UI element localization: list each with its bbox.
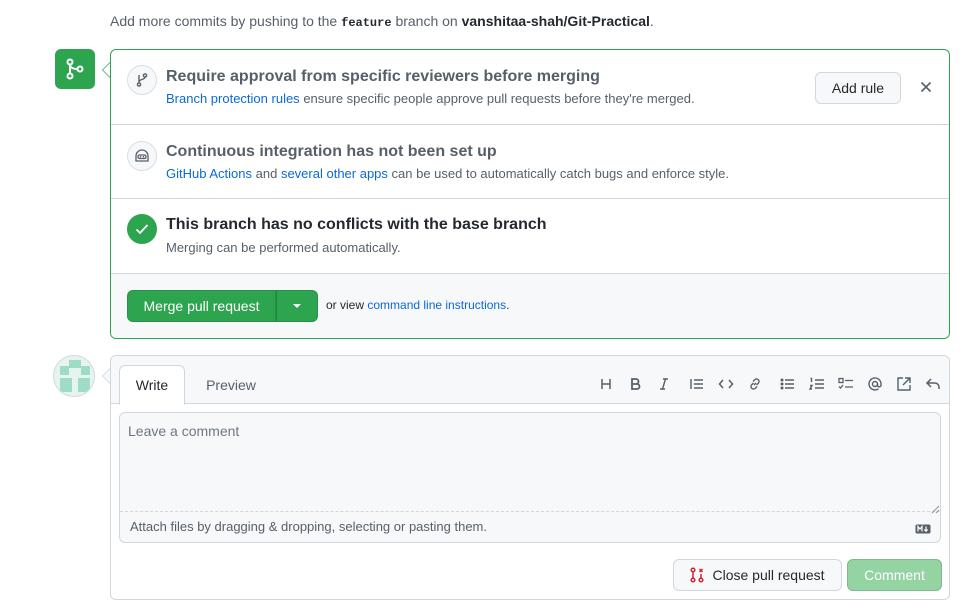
avatar[interactable] bbox=[53, 355, 95, 397]
conflicts-section: This branch has no conflicts with the ba… bbox=[111, 199, 949, 274]
reference-icon[interactable] bbox=[889, 370, 918, 398]
merge-method-dropdown[interactable] bbox=[276, 290, 318, 322]
reply-icon[interactable] bbox=[918, 370, 947, 398]
conflicts-title: This branch has no conflicts with the ba… bbox=[166, 216, 547, 233]
reviewers-title: Require approval from specific reviewers… bbox=[166, 68, 600, 85]
or-view-label: or view bbox=[326, 298, 365, 312]
ci-desc-text: can be used to automatically catch bugs … bbox=[391, 166, 730, 181]
hint-prefix: Add more commits by pushing to the bbox=[110, 13, 338, 29]
git-branch-icon bbox=[127, 65, 157, 95]
tab-write[interactable]: Write bbox=[119, 365, 185, 405]
unordered-list-icon[interactable] bbox=[773, 370, 802, 398]
actions-icon bbox=[127, 141, 157, 171]
reviewers-section: Require approval from specific reviewers… bbox=[111, 50, 949, 125]
task-list-icon[interactable] bbox=[831, 370, 860, 398]
close-icon[interactable] bbox=[916, 77, 936, 97]
resize-handle[interactable] bbox=[930, 501, 940, 517]
code-icon[interactable] bbox=[711, 370, 740, 398]
heading-icon[interactable] bbox=[591, 370, 620, 398]
merge-section: Merge pull request or view command line … bbox=[111, 274, 949, 338]
github-actions-link[interactable]: GitHub Actions bbox=[166, 166, 252, 181]
add-rule-button[interactable]: Add rule bbox=[815, 72, 901, 104]
hint-middle: branch on bbox=[395, 13, 458, 29]
hint-suffix: . bbox=[649, 13, 654, 29]
git-merge-icon bbox=[55, 49, 95, 89]
reviewers-desc: Branch protection rules ensure specific … bbox=[166, 91, 695, 106]
close-pr-label: Close pull request bbox=[712, 567, 825, 583]
branch-name: feature bbox=[341, 16, 392, 30]
check-icon bbox=[127, 214, 157, 244]
other-apps-link[interactable]: several other apps bbox=[281, 166, 388, 181]
markdown-icon[interactable] bbox=[915, 521, 931, 537]
push-hint: Add more commits by pushing to the featu… bbox=[110, 13, 654, 30]
close-pull-request-button[interactable]: Close pull request bbox=[673, 559, 842, 591]
merge-box: Require approval from specific reviewers… bbox=[110, 49, 950, 339]
chevron-down-icon bbox=[293, 304, 301, 308]
bold-icon[interactable] bbox=[620, 370, 649, 398]
italic-icon[interactable] bbox=[649, 370, 678, 398]
comment-form: Write Preview Leave a comment Attach fil… bbox=[110, 355, 950, 600]
merge-pull-request-button[interactable]: Merge pull request bbox=[127, 290, 276, 322]
merge-button-group: Merge pull request bbox=[127, 290, 318, 322]
or-view-text: or view command line instructions. bbox=[326, 298, 509, 312]
ordered-list-icon[interactable] bbox=[802, 370, 831, 398]
quote-icon[interactable] bbox=[682, 370, 711, 398]
tab-preview[interactable]: Preview bbox=[196, 365, 266, 405]
ci-and: and bbox=[255, 166, 278, 181]
branch-protection-link[interactable]: Branch protection rules bbox=[166, 91, 300, 106]
comment-textarea[interactable] bbox=[120, 413, 940, 512]
reviewers-desc-text: ensure specific people approve pull requ… bbox=[303, 91, 695, 106]
comment-editor: Attach files by dragging & dropping, sel… bbox=[119, 412, 941, 543]
command-line-link[interactable]: command line instructions bbox=[367, 298, 506, 312]
comment-tabs-header: Write Preview bbox=[111, 356, 949, 405]
conflicts-desc: Merging can be performed automatically. bbox=[166, 240, 401, 255]
or-view-period: . bbox=[506, 298, 510, 312]
mention-icon[interactable] bbox=[860, 370, 889, 398]
ci-section: Continuous integration has not been set … bbox=[111, 125, 949, 199]
repo-name: vanshitaa-shah/Git-Practical bbox=[461, 13, 650, 29]
git-pull-request-closed-icon bbox=[690, 567, 705, 583]
ci-desc: GitHub Actions and several other apps ca… bbox=[166, 166, 729, 181]
link-icon[interactable] bbox=[740, 370, 769, 398]
attach-files-text[interactable]: Attach files by dragging & dropping, sel… bbox=[130, 519, 487, 534]
markdown-toolbar bbox=[591, 370, 947, 398]
ci-title: Continuous integration has not been set … bbox=[166, 143, 497, 160]
comment-button[interactable]: Comment bbox=[847, 559, 942, 591]
